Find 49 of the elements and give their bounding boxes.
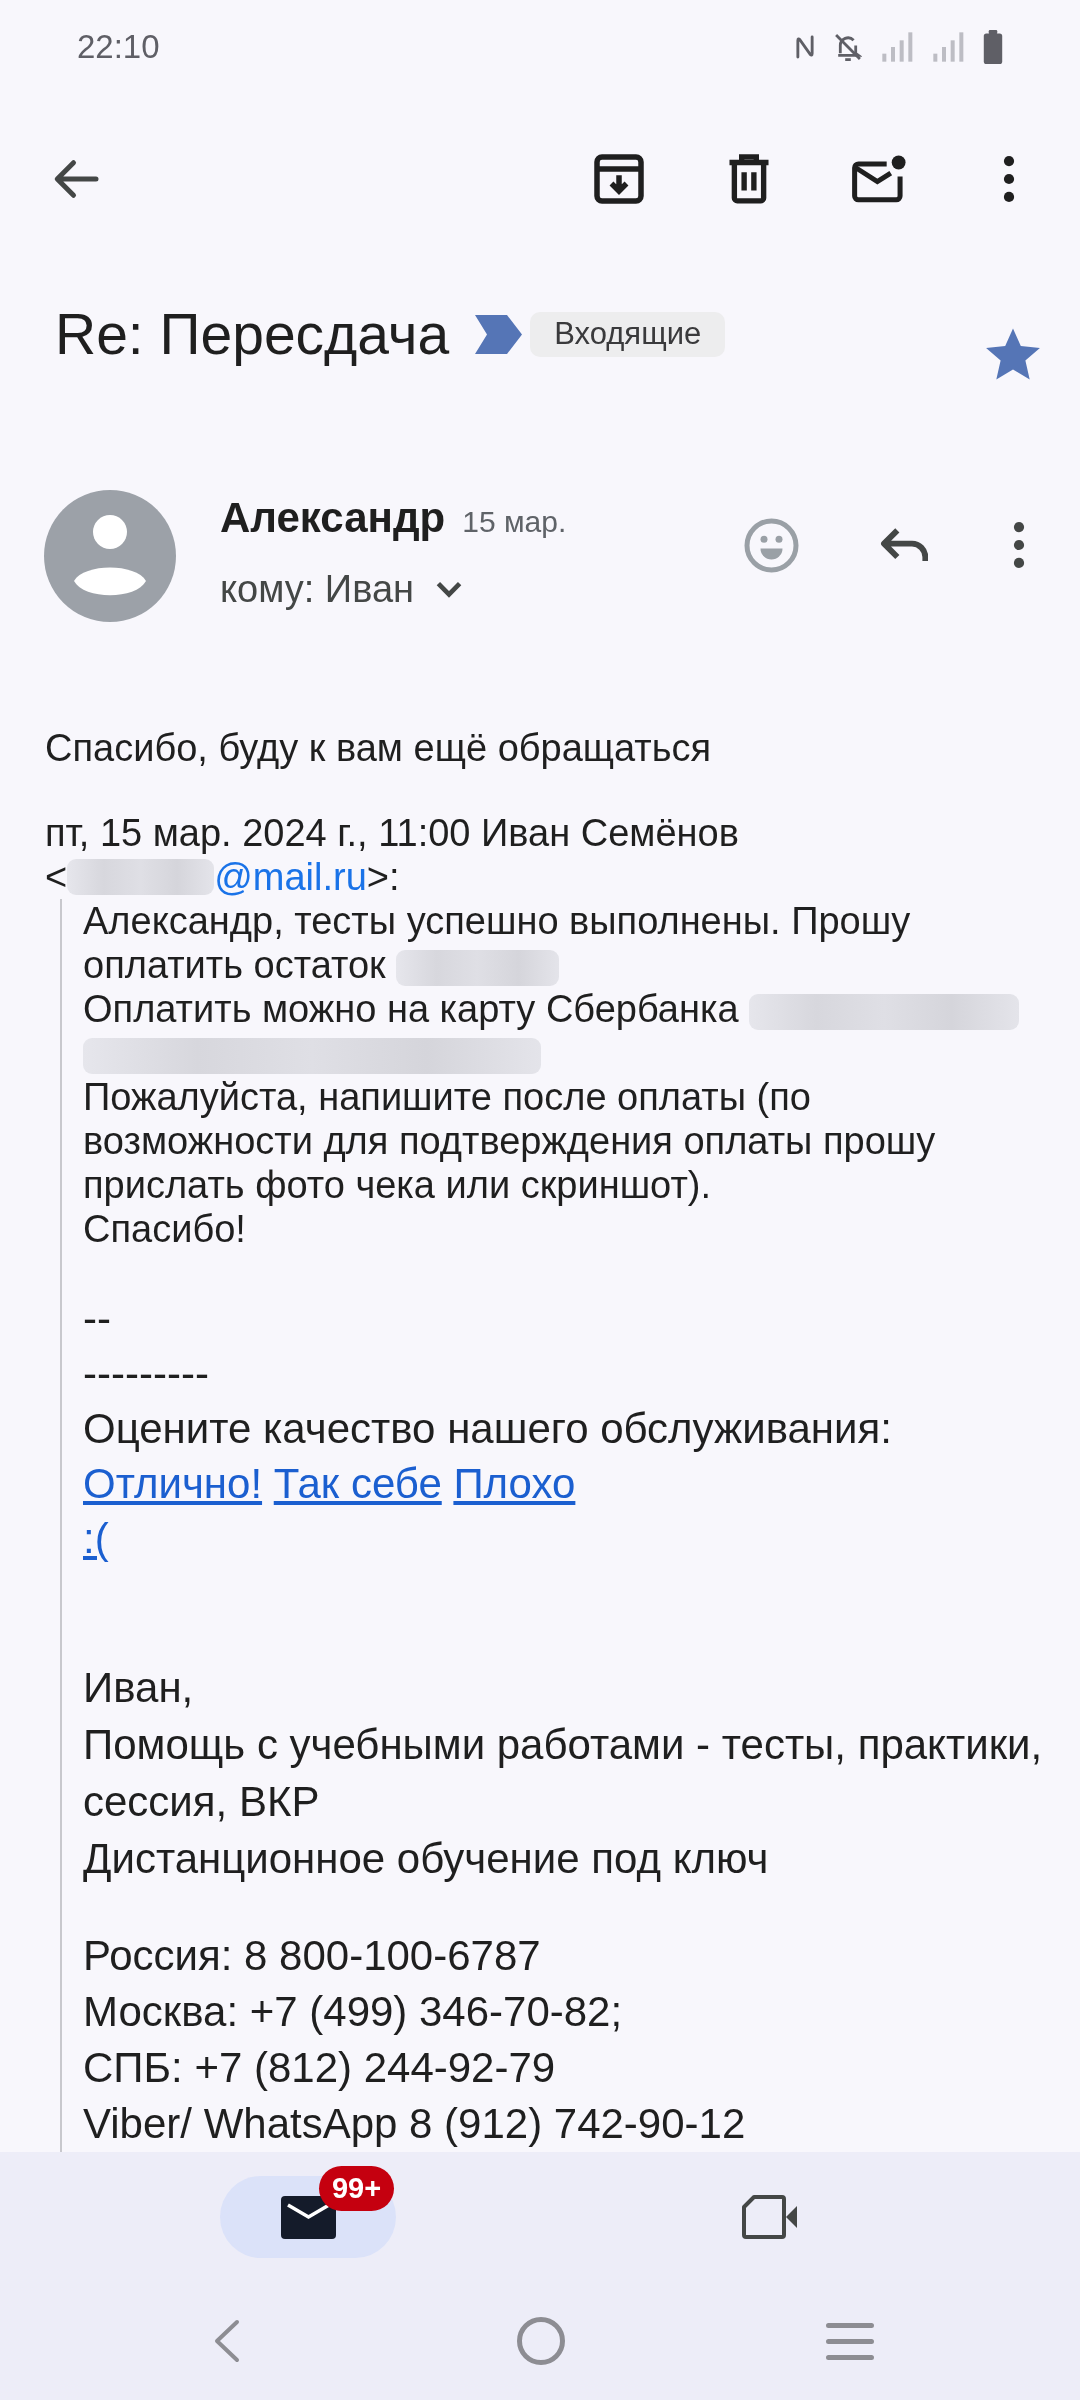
label-chip[interactable]: Входящие: [530, 311, 726, 357]
signal-icon: [881, 32, 913, 62]
bracket-text: <: [45, 855, 68, 899]
chevron-down-icon: [436, 580, 463, 598]
quoted-text: ---------: [83, 1350, 209, 1397]
sent-date: 15 мар.: [462, 505, 567, 539]
quoted-text: Пожалуйста, напишите после оплаты (по возможности для подтверждения оплаты прошу прислать фото чека или скриншот).: [83, 1076, 936, 1206]
nfc-icon: [795, 34, 815, 60]
chevron-left-icon[interactable]: [213, 2319, 241, 2363]
contact-text: Viber/ WhatsApp 8 (912) 742-90-12: [83, 2100, 746, 2147]
unread-count-badge: 99+: [319, 2166, 394, 2211]
contact-text: СПБ: +7 (812) 244-92-79: [83, 2044, 556, 2091]
rating-link[interactable]: Отлично!: [83, 1460, 263, 1507]
message-text: Спасибо, буду к вам ещё обращаться: [44, 726, 713, 770]
quoted-text: Оцените качество нашего обслуживания:: [83, 1405, 892, 1452]
battery-icon: [983, 30, 1003, 64]
signature-text: Дистанционное обучение под ключ: [83, 1835, 769, 1882]
contact-text: Россия: 8 800-100-6787: [83, 1932, 541, 1979]
video-camera-icon: [742, 2195, 798, 2239]
email-link[interactable]: @mail.ru: [67, 855, 367, 899]
status-time: 22:10: [77, 28, 160, 66]
quoted-text: --: [83, 1295, 111, 1342]
quoted-text: Спасибо!: [83, 1208, 246, 1250]
sender-name: Александр: [220, 493, 446, 543]
rating-link[interactable]: Плохо: [453, 1460, 576, 1507]
rating-link[interactable]: :(: [83, 1515, 109, 1562]
three-dots-icon: [1013, 522, 1025, 568]
circle-icon[interactable]: [517, 2317, 565, 2365]
quoted-text: Александр, тесты успешно выполнены. Прошу: [83, 900, 911, 942]
quote-header-text: пт, 15 мар. 2024 г., 11:00 Иван Семёнов: [44, 811, 740, 855]
muted-bell-icon: [834, 33, 862, 61]
signal-icon: [932, 32, 964, 62]
rating-link[interactable]: Так себе: [273, 1460, 442, 1507]
subject-title: Re: Пересдача: [55, 301, 450, 367]
recipient-button[interactable]: кому: Иван: [220, 566, 567, 612]
trash-icon: [727, 154, 771, 204]
bracket-text: >:: [366, 855, 400, 899]
curved-arrow-icon: [880, 526, 928, 564]
contact-text: Москва: +7 (499) 346-70-82;: [83, 1988, 623, 2035]
signature-text: Помощь с учебными работами - тесты, практики, сессия, ВКР: [83, 1721, 1043, 1825]
box-arrow-down-icon: [594, 154, 644, 204]
signature-text: Иван,: [83, 1664, 194, 1711]
three-dots-icon: [1003, 156, 1015, 202]
three-lines-icon[interactable]: [826, 2322, 874, 2360]
envelope-dot-icon: [851, 155, 907, 203]
left-arrow-icon: [53, 159, 99, 199]
quoted-text: Оплатить можно на карту Сбербанка: [83, 988, 739, 1030]
smiley-icon: [743, 517, 799, 573]
quoted-text: оплатить остаток: [83, 944, 386, 986]
